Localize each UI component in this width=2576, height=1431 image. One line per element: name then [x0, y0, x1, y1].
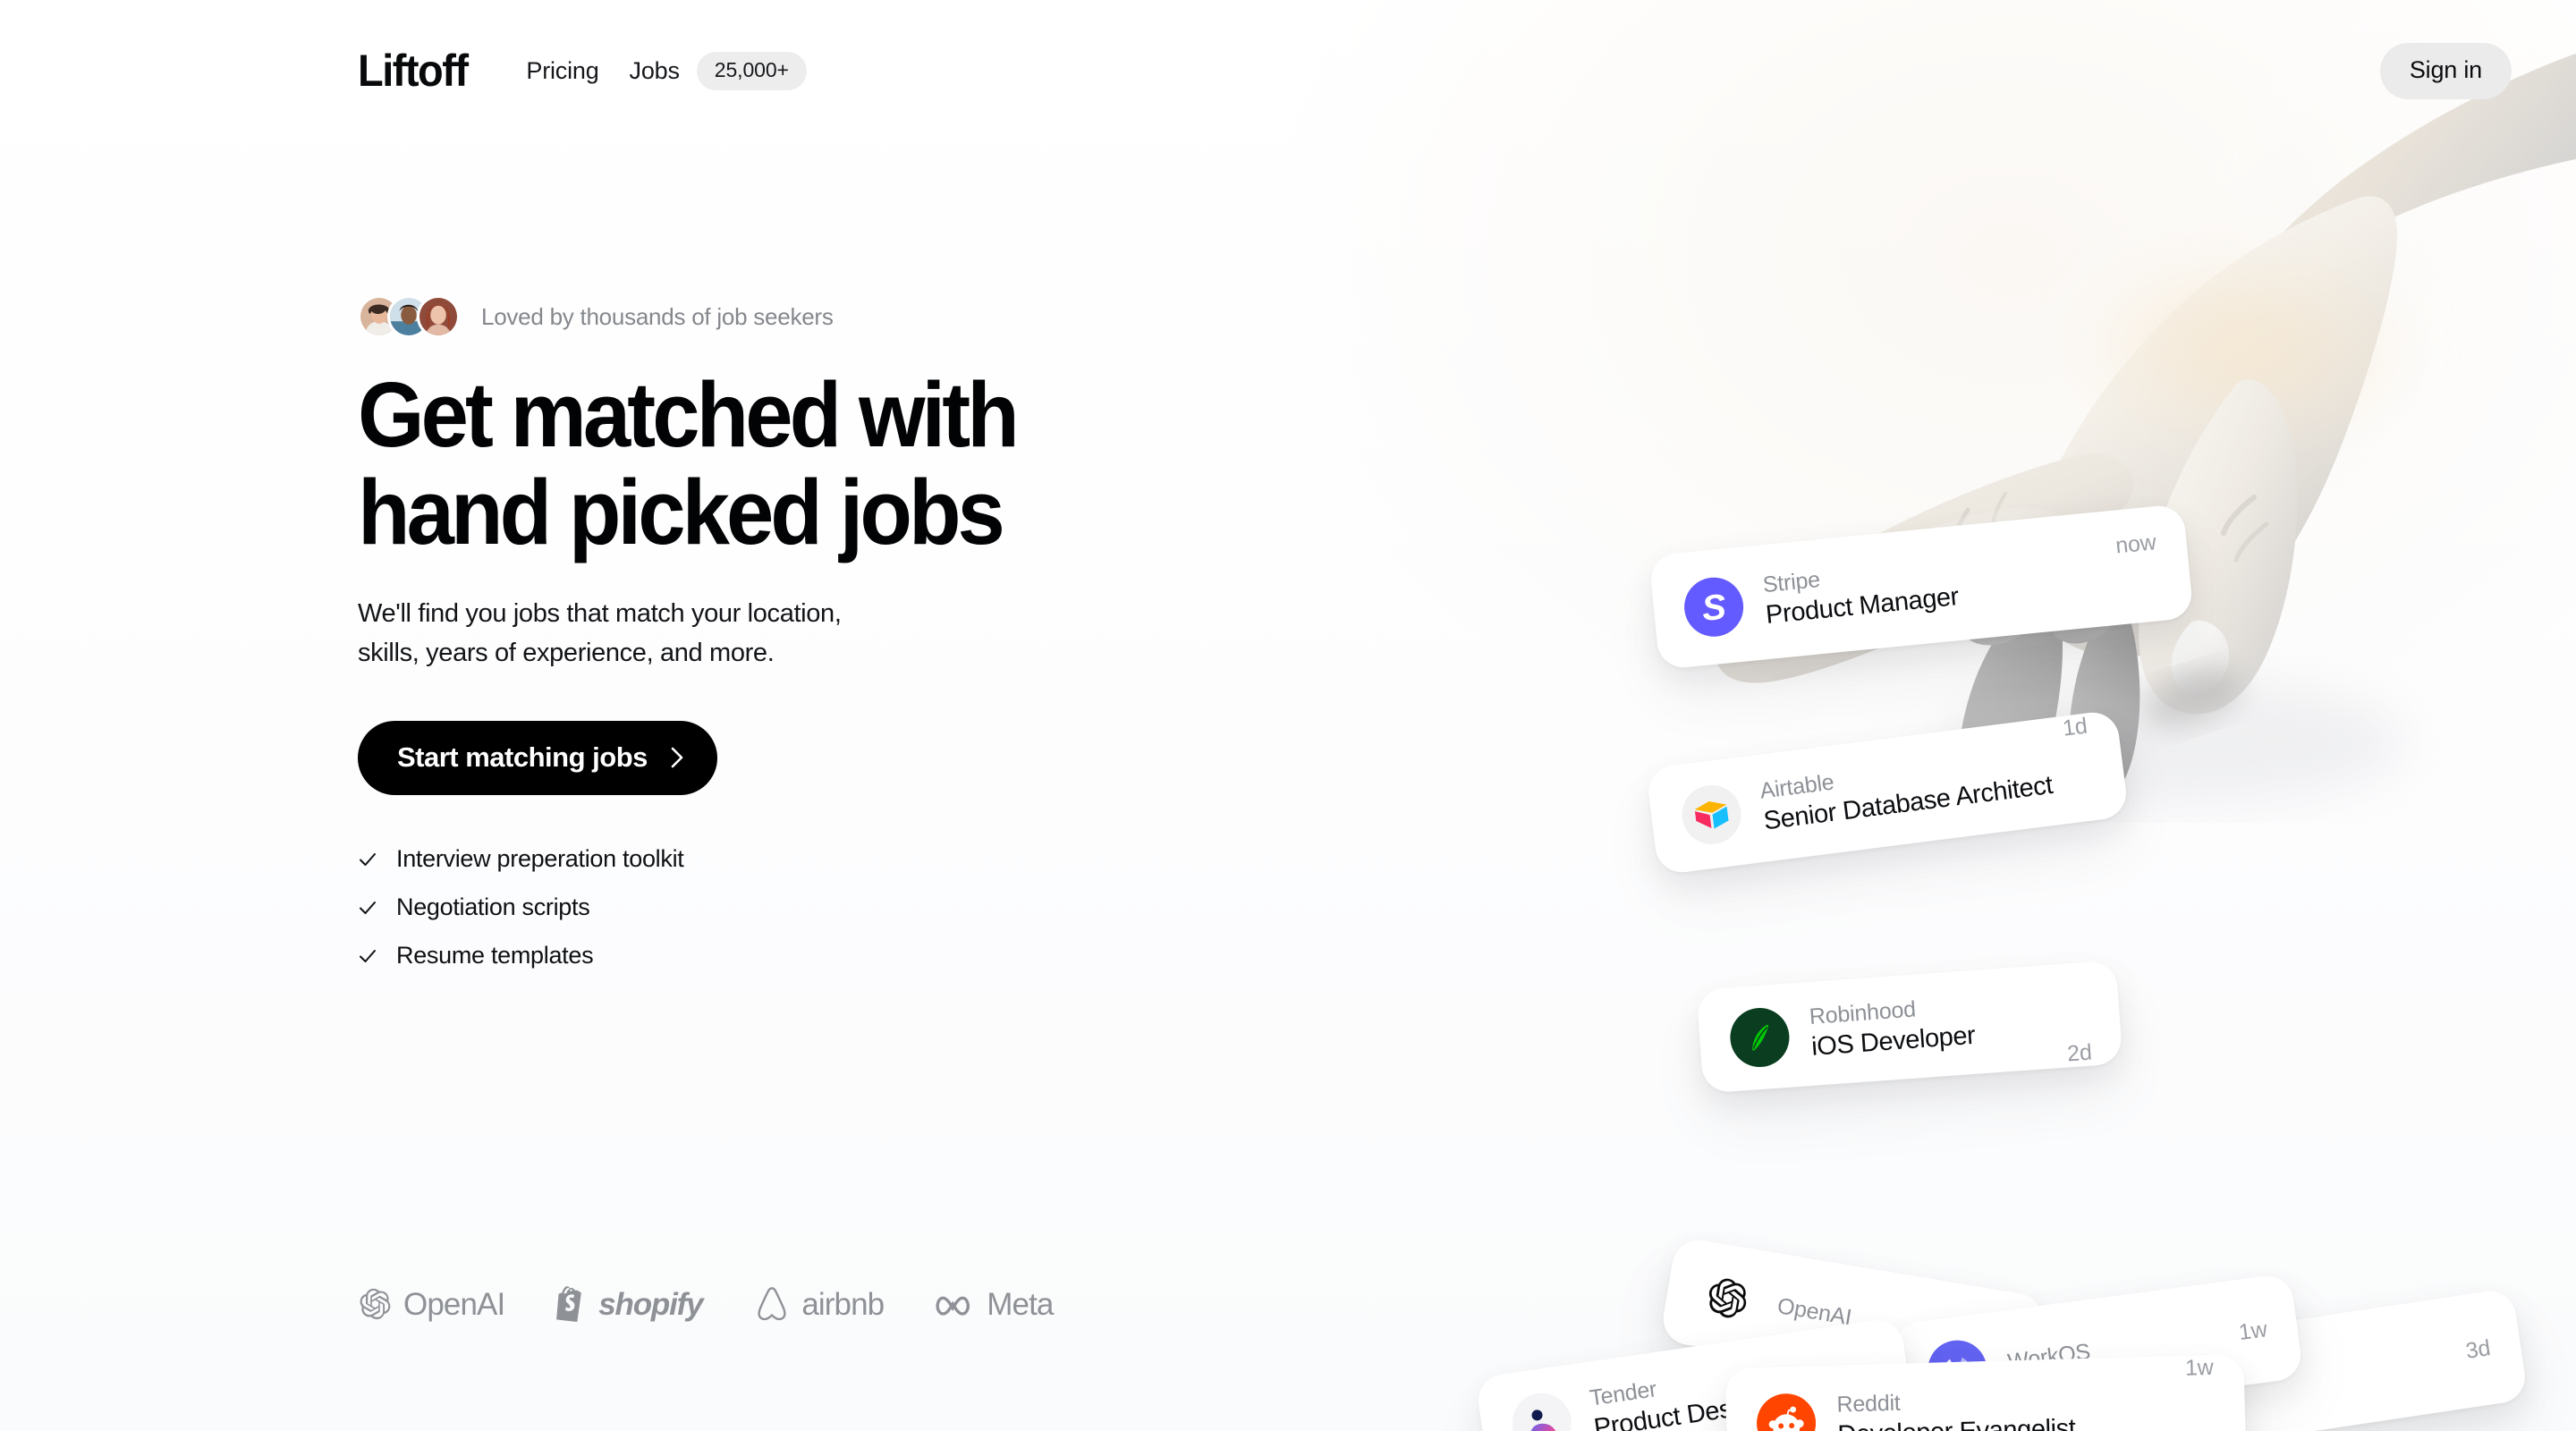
- svg-text:S: S: [1700, 588, 1728, 629]
- meta-infinity-icon: [936, 1296, 970, 1316]
- check-icon: [360, 949, 376, 962]
- logo-label: airbnb: [801, 1286, 885, 1322]
- start-matching-jobs-button[interactable]: Start matching jobs: [358, 721, 717, 796]
- robinhood-icon: [1728, 1005, 1792, 1070]
- openai-icon: [1692, 1264, 1761, 1333]
- job-timestamp: 2d: [2066, 1039, 2093, 1067]
- social-proof-text: Loved by thousands of job seekers: [481, 302, 834, 330]
- main-navigation: Pricing Jobs 25,000+: [526, 51, 807, 90]
- job-timestamp: 3d: [2463, 1334, 2493, 1364]
- airbnb-belo-icon: [758, 1287, 787, 1321]
- job-card-text: Robinhood iOS Developer: [1809, 992, 1977, 1063]
- job-timestamp: 1w: [2184, 1354, 2214, 1381]
- feature-list: Interview preperation toolkit Negotiatio…: [358, 845, 1252, 970]
- hero-section: Loved by thousands of job seekers Get ma…: [358, 295, 1252, 970]
- job-timestamp: now: [2114, 529, 2157, 559]
- list-item: Negotiation scripts: [358, 893, 1252, 921]
- feature-label: Negotiation scripts: [396, 893, 590, 921]
- reddit-icon: [1756, 1393, 1817, 1431]
- logo-label: OpenAI: [403, 1286, 505, 1322]
- jobs-count-badge: 25,000+: [696, 51, 807, 90]
- shopify-bag-icon: [556, 1286, 582, 1322]
- logo-label: Meta: [987, 1286, 1054, 1322]
- avatar: [417, 295, 460, 338]
- social-proof: Loved by thousands of job seekers: [358, 295, 1252, 338]
- logo-meta: Meta: [936, 1286, 1054, 1322]
- logo-shopify: shopify: [556, 1286, 704, 1322]
- job-timestamp: 1d: [2061, 713, 2089, 741]
- sign-in-button[interactable]: Sign in: [2379, 42, 2512, 99]
- check-icon: [360, 852, 376, 866]
- list-item: Resume templates: [358, 942, 1252, 970]
- list-item: Interview preperation toolkit: [358, 845, 1252, 873]
- logo-airbnb: airbnb: [754, 1285, 885, 1323]
- job-card-robinhood[interactable]: Robinhood iOS Developer 2d: [1696, 960, 2123, 1094]
- tender-icon: [1508, 1389, 1576, 1431]
- logo-openai: OpenAI: [358, 1286, 505, 1322]
- feature-label: Interview preperation toolkit: [396, 845, 684, 873]
- brand-logo[interactable]: Liftoff: [358, 48, 469, 93]
- avatar-stack: [358, 295, 460, 338]
- chevron-right-icon: [671, 747, 683, 768]
- nav-link-jobs[interactable]: Jobs: [630, 57, 680, 85]
- job-timestamp: 1w: [2237, 1316, 2269, 1345]
- openai-icon: [360, 1288, 391, 1320]
- cta-label: Start matching jobs: [397, 741, 648, 774]
- job-card-stripe[interactable]: S Stripe Product Manager now: [1648, 504, 2194, 670]
- site-header: Liftoff Pricing Jobs 25,000+ Sign in: [0, 0, 2576, 141]
- airtable-icon: [1678, 781, 1745, 848]
- job-card-text: Reddit Developer Evangelist: [1836, 1385, 2076, 1431]
- stripe-icon: S: [1682, 574, 1747, 639]
- job-card-airtable[interactable]: Airtable Senior Database Architect 1d: [1645, 709, 2130, 876]
- page-title: Get matched with hand picked jobs: [358, 363, 1020, 563]
- nav-link-pricing[interactable]: Pricing: [526, 57, 598, 85]
- job-company: Reddit: [1836, 1390, 1901, 1418]
- hero-subheading: We'll find you jobs that match your loca…: [358, 599, 842, 667]
- job-card-text: Stripe Product Manager: [1762, 554, 1961, 632]
- job-card-reddit[interactable]: Reddit Developer Evangelist 1w: [1724, 1353, 2247, 1431]
- job-card-text: Airtable Senior Database Architect: [1758, 744, 2055, 838]
- logo-label: shopify: [598, 1286, 703, 1322]
- check-icon: [360, 901, 376, 914]
- customer-logo-row: OpenAI shopify airbnb Meta: [358, 1285, 1054, 1323]
- nav-group-jobs: Jobs 25,000+: [630, 51, 807, 90]
- feature-label: Resume templates: [396, 942, 594, 970]
